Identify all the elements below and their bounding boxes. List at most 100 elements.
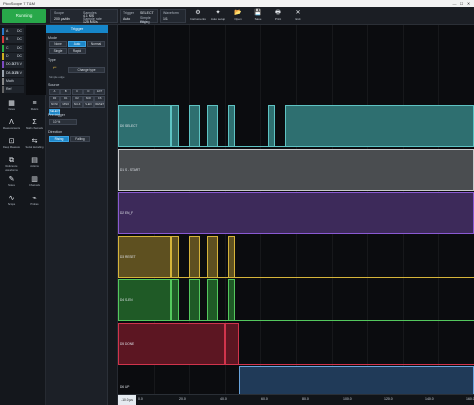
channel-row-math[interactable]: Math (2, 77, 24, 85)
x-tick-label: 20.0 (179, 397, 186, 401)
tool-views[interactable]: ▦ Views (0, 99, 23, 116)
logic-lane: D0 SELECT (118, 105, 474, 147)
math-channels-icon: Σ (32, 119, 37, 126)
source-b-button[interactable]: B (60, 89, 72, 95)
waveform-value: 1/1 (163, 17, 168, 21)
source-reset-button[interactable]: RESET (94, 102, 106, 108)
x-tick-label: 80.0 (302, 397, 309, 401)
window-title: PicoScope 7 T&M (3, 1, 35, 6)
scope-view[interactable]: D0 SELECT D1 S - START D2 EN_F D3 RESET D4 S… (118, 25, 474, 405)
tool-serial-decoding[interactable]: ⇆ Serial decoding (23, 137, 46, 154)
high-segment (118, 192, 474, 234)
save-button[interactable]: 💾 Save (248, 9, 268, 23)
lane-label: D0 SELECT (120, 124, 138, 128)
timebase-value: 200 µs/div (54, 17, 71, 21)
edge-type-icon: ⌐ (53, 65, 57, 71)
open-button[interactable]: 📂 Open (228, 9, 248, 23)
source-mosi-button[interactable]: MOSI (49, 102, 60, 108)
maximize-icon[interactable]: ☐ (459, 1, 464, 6)
change-type-button[interactable]: Change type (68, 67, 105, 73)
source-cs-button[interactable]: CS (94, 95, 106, 102)
channel-row-d8-d15[interactable]: D8-D15 3.75 V (2, 69, 24, 77)
channel-row-a[interactable]: A DC (2, 28, 24, 35)
high-segment (207, 105, 218, 147)
pretrigger-label: Pre-trigger (48, 113, 65, 117)
x-tick-label: 160.0 (466, 397, 474, 401)
x-tick-label: 0.0 (138, 397, 143, 401)
channel-row-d0-d7[interactable]: D0-D7 3.75 V (2, 61, 24, 69)
logic-lane: D2 EN_F (118, 192, 474, 234)
auto-setup-label: Auto setup (210, 17, 226, 21)
high-segment (228, 105, 236, 147)
pretrigger-field[interactable]: 10 % (49, 119, 77, 125)
mode-single-button[interactable]: Single (49, 48, 67, 54)
tools-sidebar: ▦ Views ≡ Rulers Λ Measurements Σ Math channels… (0, 95, 46, 405)
source-a-button[interactable]: A (49, 89, 60, 95)
source-d1-button[interactable]: D1 (60, 95, 72, 102)
tool-rulers[interactable]: ≡ Rulers (23, 99, 46, 116)
source-s-en-button[interactable]: S-EN (82, 102, 94, 108)
source-miso-button[interactable]: MISO (60, 102, 72, 108)
source-d-button[interactable]: D (82, 89, 94, 95)
waveform-selector[interactable]: Waveform 1/1 (160, 9, 186, 23)
source-ext-button[interactable]: EXT (94, 89, 106, 95)
high-segment (267, 105, 275, 147)
lane-label: D5 DONE (120, 341, 135, 346)
tool-notes[interactable]: ✎ Notes (0, 175, 23, 192)
scope-settings[interactable]: Scope 200 µs/div Samples 4.1 MS Sample r… (50, 9, 118, 24)
tool-probes[interactable]: ⌁ Probes (23, 194, 46, 211)
waveform-label: Waveform (163, 11, 179, 15)
mode-rapid-button[interactable]: Rapid (68, 48, 86, 54)
direction-rising-button[interactable]: Rising (49, 136, 69, 142)
close-icon[interactable]: ✕ (466, 1, 471, 6)
high-segment (228, 279, 236, 321)
mode-none-button[interactable]: None (49, 41, 67, 47)
high-segment (189, 279, 200, 321)
tool-deep-measure[interactable]: ⊡ Deep Measure (0, 137, 23, 154)
x-tick-label: 120.0 (384, 397, 393, 401)
run-stop-button[interactable]: Running (2, 9, 46, 23)
tool-math-channels[interactable]: Σ Math channels (23, 118, 46, 135)
mode-normal-button[interactable]: Normal (87, 41, 105, 47)
instruments-button[interactable]: ⚙ Instruments (188, 9, 208, 23)
instruments-icon: ⚙ (195, 10, 201, 16)
channels-icon: ▥ (31, 176, 38, 183)
tool-scope[interactable]: ∿ Scope (0, 194, 23, 211)
source-sclk-button[interactable]: SCLK (71, 102, 83, 108)
lane-label: D4 S-EN (120, 298, 133, 302)
tool-channels[interactable]: ▥ Channels (23, 175, 46, 192)
exit-button[interactable]: ✕ Exit (288, 9, 308, 23)
tool-label: Channels (29, 184, 40, 187)
trigger-panel: Trigger Mode None Auto Normal Single Rap… (46, 25, 108, 405)
trigger-settings[interactable]: Trigger Auto SELECT Simple edge Rising (120, 9, 158, 24)
folder-icon: 📂 (234, 10, 242, 16)
lane-marker-strip (108, 25, 118, 405)
low-line (118, 233, 474, 234)
mode-auto-button[interactable]: Auto (68, 41, 86, 47)
source-d0-button[interactable]: D0 (49, 95, 60, 102)
tool-measurements[interactable]: Λ Measurements (0, 118, 23, 135)
trigger-time-marker[interactable]: -10.0 µs (118, 395, 136, 405)
x-tick-label: 140.0 (425, 397, 434, 401)
x-tick-label: 100.0 (343, 397, 352, 401)
tool-label: Reference waveforms (5, 165, 18, 172)
tool-actions[interactable]: ▤ Actions (23, 156, 46, 173)
channel-row-ref[interactable]: Ref (2, 86, 24, 94)
print-button[interactable]: 🖶 Print (268, 9, 288, 23)
channel-row-d[interactable]: D DC (2, 52, 24, 60)
low-line (118, 189, 474, 191)
channel-row-c[interactable]: C DC (2, 44, 24, 52)
source-d2-button[interactable]: D2 (71, 95, 83, 102)
source-sck-button[interactable]: SCK (82, 95, 94, 102)
minimize-icon[interactable]: — (452, 1, 457, 6)
auto-setup-button[interactable]: ✦ Auto setup (208, 9, 228, 23)
trigger-panel-title: Trigger (46, 25, 108, 33)
channel-row-b[interactable]: B DC (2, 36, 24, 44)
source-c-button[interactable]: C (71, 89, 83, 95)
open-label: Open (234, 17, 242, 21)
scope-label: Scope (54, 11, 64, 15)
deep-measure-icon: ⊡ (8, 138, 15, 145)
high-segment (285, 105, 474, 147)
tool-reference-waveforms[interactable]: ⧉ Reference waveforms (0, 156, 23, 173)
direction-falling-button[interactable]: Falling (70, 136, 90, 142)
